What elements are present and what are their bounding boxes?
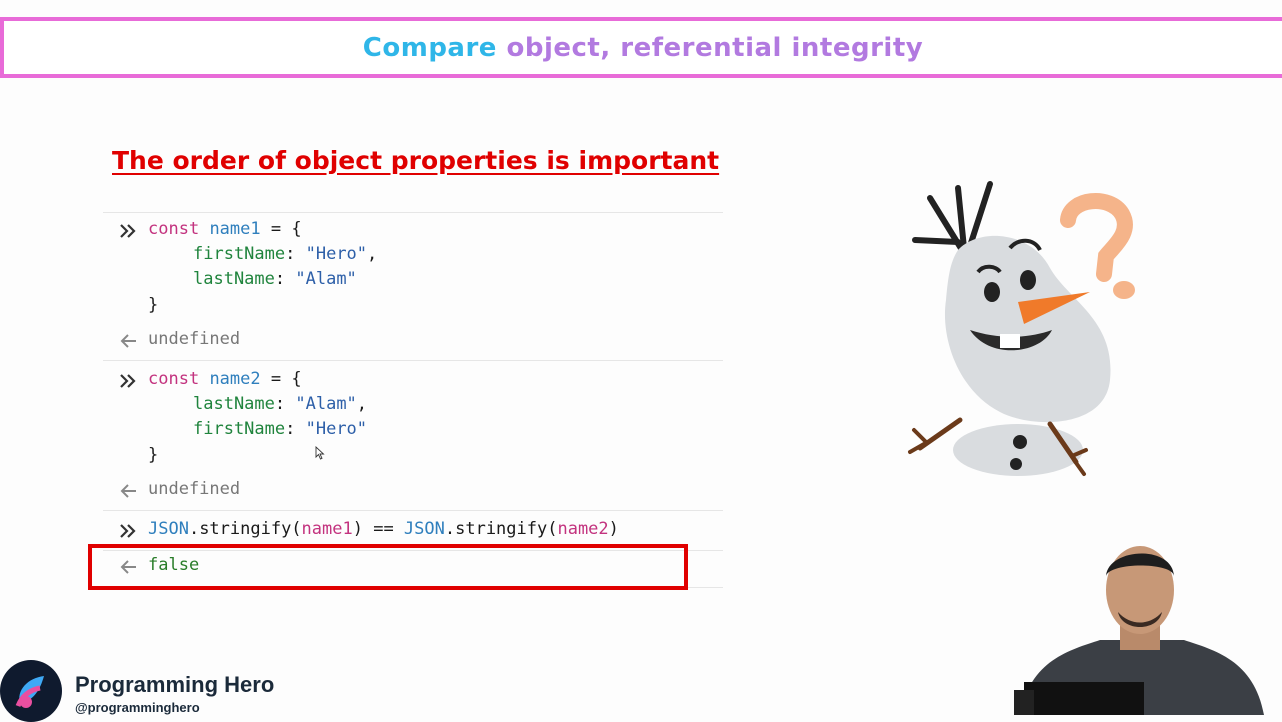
code-keyword: const xyxy=(148,369,200,389)
console-separator xyxy=(103,360,723,361)
programming-hero-logo xyxy=(0,660,62,722)
code-punctuation: = { xyxy=(260,369,302,389)
arrow-left-icon xyxy=(120,334,136,348)
code-property: firstName xyxy=(193,244,286,264)
result-highlight-box xyxy=(88,544,688,590)
code-variable: name1 xyxy=(301,519,353,539)
code-punctuation: , xyxy=(356,394,368,414)
code-punctuation: , xyxy=(367,244,378,264)
code-punctuation: ) == xyxy=(352,519,404,539)
code-variable: name1 xyxy=(209,219,261,239)
code-string: "Alam" xyxy=(295,269,357,289)
title-bar: Compare object, referential integrity xyxy=(0,17,1282,78)
console-separator xyxy=(103,510,723,511)
code-line: } xyxy=(148,445,159,465)
code-property: lastName xyxy=(193,394,275,414)
code-punctuation: : xyxy=(285,419,306,439)
code-line: firstName: "Hero", xyxy=(193,244,377,264)
browser-console: const name1 = { firstName: "Hero", lastN… xyxy=(103,212,723,589)
code-variable: name2 xyxy=(557,519,609,539)
code-string: "Hero" xyxy=(305,419,368,439)
code-line: firstName: "Hero" xyxy=(193,419,367,439)
code-punctuation: : xyxy=(274,394,296,414)
code-property: lastName xyxy=(193,269,275,289)
code-object: JSON xyxy=(148,519,189,539)
code-line: JSON.stringify(name1) == JSON.stringify(… xyxy=(148,519,619,539)
mouse-cursor-icon xyxy=(315,446,325,460)
slide-title: Compare object, referential integrity xyxy=(363,33,923,63)
console-separator xyxy=(103,212,723,213)
console-result: undefined xyxy=(148,329,241,349)
title-rest: object, referential integrity xyxy=(496,32,924,63)
code-variable: name2 xyxy=(209,369,261,389)
code-punctuation: .stringify( xyxy=(188,519,302,539)
double-chevron-right-icon xyxy=(120,374,136,388)
code-line: lastName: "Alam" xyxy=(193,269,357,289)
code-punctuation: .stringify( xyxy=(444,519,558,539)
double-chevron-right-icon xyxy=(120,524,136,538)
code-object: JSON xyxy=(403,519,445,539)
code-line: const name2 = { xyxy=(148,369,302,389)
presenter-video xyxy=(1014,546,1264,715)
brand-handle: @programminghero xyxy=(75,700,200,715)
code-line: } xyxy=(148,295,159,315)
code-string: "Hero" xyxy=(305,244,368,264)
double-chevron-right-icon xyxy=(120,224,136,238)
code-punctuation: ) xyxy=(608,519,619,539)
slide-heading: The order of object properties is import… xyxy=(112,146,720,175)
code-punctuation: = { xyxy=(260,219,302,239)
brand-name: Programming Hero xyxy=(75,672,275,697)
code-keyword: const xyxy=(148,219,200,239)
arrow-left-icon xyxy=(120,484,136,498)
console-result: undefined xyxy=(148,479,241,499)
code-punctuation: : xyxy=(285,244,306,264)
code-punctuation: : xyxy=(274,269,296,289)
code-line: lastName: "Alam", xyxy=(193,394,367,414)
code-string: "Alam" xyxy=(295,394,357,414)
snowman-question-illustration xyxy=(908,181,1135,476)
title-accent-word: Compare xyxy=(362,32,497,63)
code-line: const name1 = { xyxy=(148,219,302,239)
code-property: firstName xyxy=(193,419,286,439)
